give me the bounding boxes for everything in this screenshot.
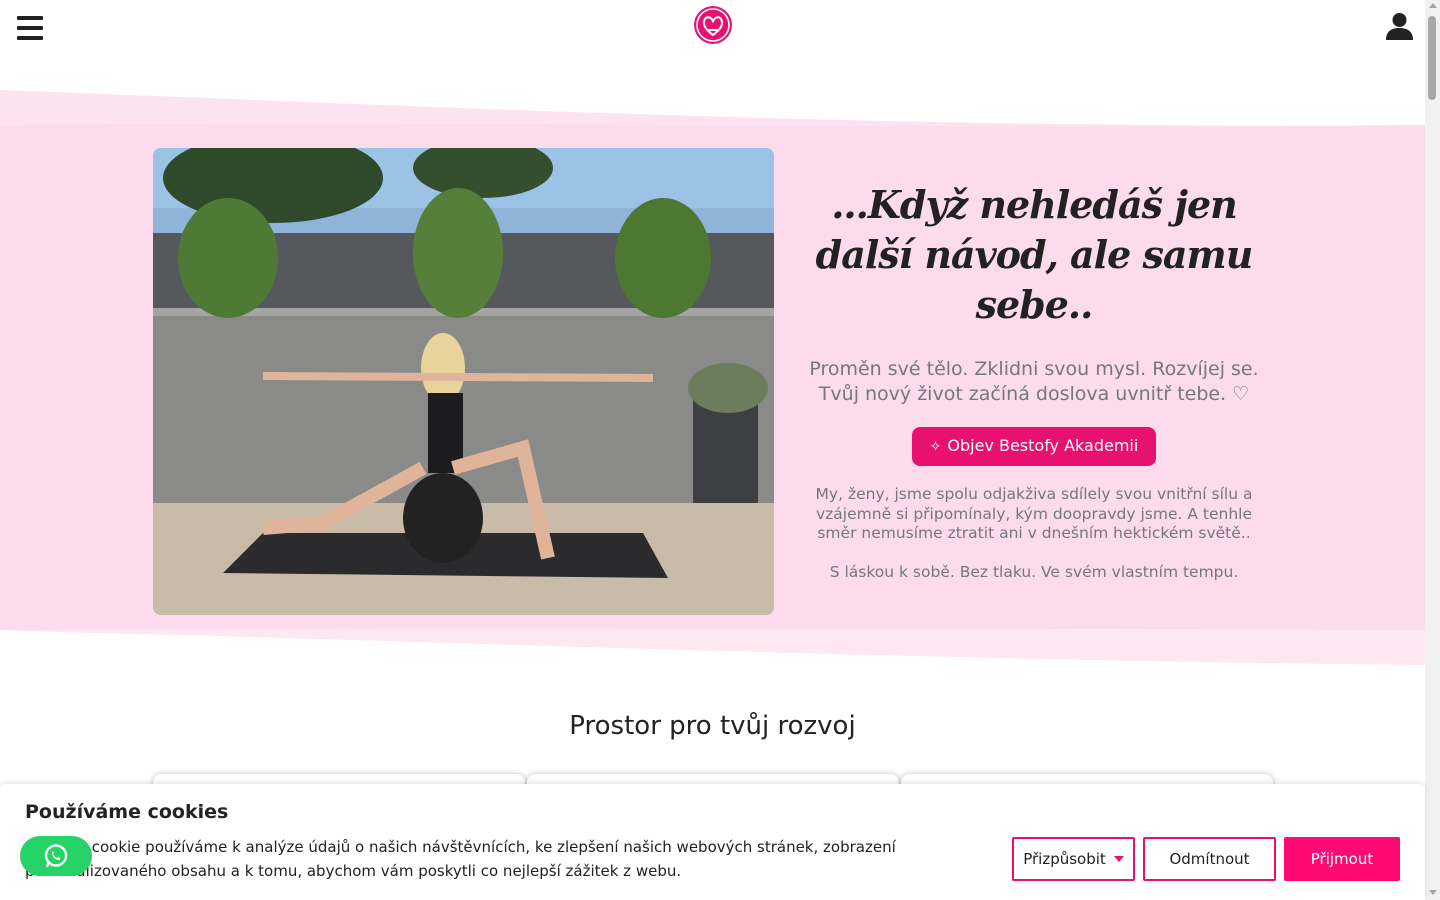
bestofy-heart-logo-icon xyxy=(694,6,732,44)
customize-button[interactable]: Přizpůsobit xyxy=(1012,837,1135,881)
accept-button[interactable]: Přijmout xyxy=(1284,837,1400,881)
cta-label: Objev Bestofy Akademii xyxy=(947,436,1139,455)
hero-text-block: ...Když nehledáš jen další návod, ale sa… xyxy=(795,180,1273,582)
hero-tagline: S láskou k sobě. Bez tlaku. Ve svém vlas… xyxy=(829,562,1239,581)
cookie-title: Používáme cookies xyxy=(25,801,229,823)
user-account-icon[interactable] xyxy=(1385,12,1414,40)
section-title: Prostor pro tvůj rozvoj xyxy=(569,711,856,741)
hero-image xyxy=(153,148,774,615)
customize-label: Přizpůsobit xyxy=(1023,850,1106,868)
scroll-up-arrow-icon[interactable] xyxy=(1429,3,1437,8)
woman-yoga-lunge-photo xyxy=(153,148,774,615)
reject-label: Odmítnout xyxy=(1169,850,1250,868)
sparkles-icon: ✧ xyxy=(929,439,942,455)
hero-subtitle: Proměn své tělo. Zklidni svou mysl. Rozv… xyxy=(809,358,1259,405)
hamburger-menu-icon[interactable] xyxy=(17,16,43,40)
logo[interactable] xyxy=(693,5,733,45)
hero-body-text: My, ženy, jsme spolu odjakživa sdílely s… xyxy=(815,485,1253,542)
cookie-text: Soubory cookie používáme k analýze údajů… xyxy=(25,838,896,880)
whatsapp-chat-button[interactable] xyxy=(20,836,92,876)
cookie-banner: Používáme cookies Soubory cookie používá… xyxy=(0,784,1425,900)
caret-down-icon xyxy=(1113,856,1124,862)
hero-title: ...Když nehledáš jen další návod, ale sa… xyxy=(815,182,1254,327)
reject-button[interactable]: Odmítnout xyxy=(1143,837,1276,881)
scroll-down-arrow-icon[interactable] xyxy=(1429,890,1437,895)
whatsapp-icon xyxy=(44,844,68,868)
discover-academy-button[interactable]: ✧ Objev Bestofy Akademii xyxy=(911,427,1157,466)
page-scrollbar[interactable] xyxy=(1425,0,1440,900)
scrollbar-thumb[interactable] xyxy=(1428,16,1436,100)
accept-label: Přijmout xyxy=(1310,850,1374,868)
